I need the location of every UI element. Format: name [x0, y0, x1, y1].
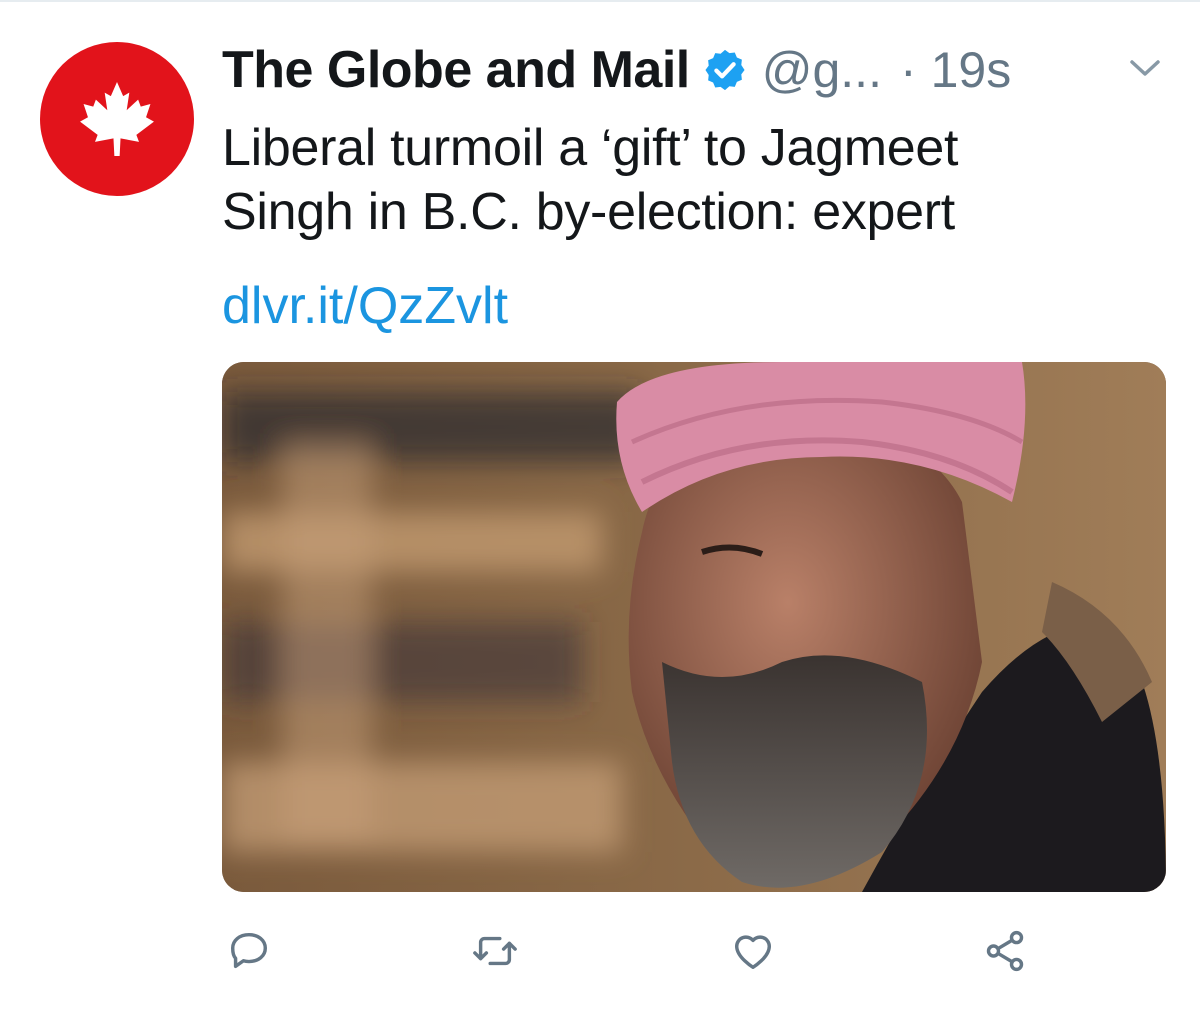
- share-icon: [986, 930, 1024, 972]
- like-button[interactable]: [726, 924, 780, 978]
- tweet-card[interactable]: The Globe and Mail @g... · 19s Liberal t…: [0, 0, 1200, 1017]
- retweet-icon: [473, 936, 517, 966]
- author-display-name[interactable]: The Globe and Mail: [222, 40, 690, 100]
- separator-dot: ·: [899, 42, 917, 98]
- maple-leaf-icon: [80, 82, 154, 156]
- tweet-timestamp[interactable]: 19s: [931, 41, 1012, 99]
- tweet-actions: [222, 924, 1166, 980]
- author-handle[interactable]: @g...: [762, 41, 882, 99]
- tweet-link[interactable]: dlvr.it/QzZvlt: [222, 274, 508, 338]
- avatar[interactable]: [40, 42, 194, 196]
- tweet-photo[interactable]: [222, 362, 1166, 892]
- retweet-button[interactable]: [468, 924, 522, 978]
- reply-icon: [230, 932, 268, 969]
- tweet-header: The Globe and Mail @g... · 19s: [222, 32, 1011, 108]
- tweet-text: Liberal turmoil a ‘gift’ to Jagmeet Sing…: [222, 116, 1172, 244]
- reply-button[interactable]: [222, 924, 276, 978]
- heart-icon: [734, 935, 772, 970]
- share-button[interactable]: [978, 924, 1032, 978]
- verified-badge-icon: [705, 49, 745, 91]
- tweet-text-line: Singh in B.C. by-election: expert: [222, 183, 955, 241]
- photo-image: [222, 362, 1166, 892]
- chevron-down-icon[interactable]: [1128, 56, 1162, 80]
- tweet-text-line: Liberal turmoil a ‘gift’ to Jagmeet: [222, 119, 959, 177]
